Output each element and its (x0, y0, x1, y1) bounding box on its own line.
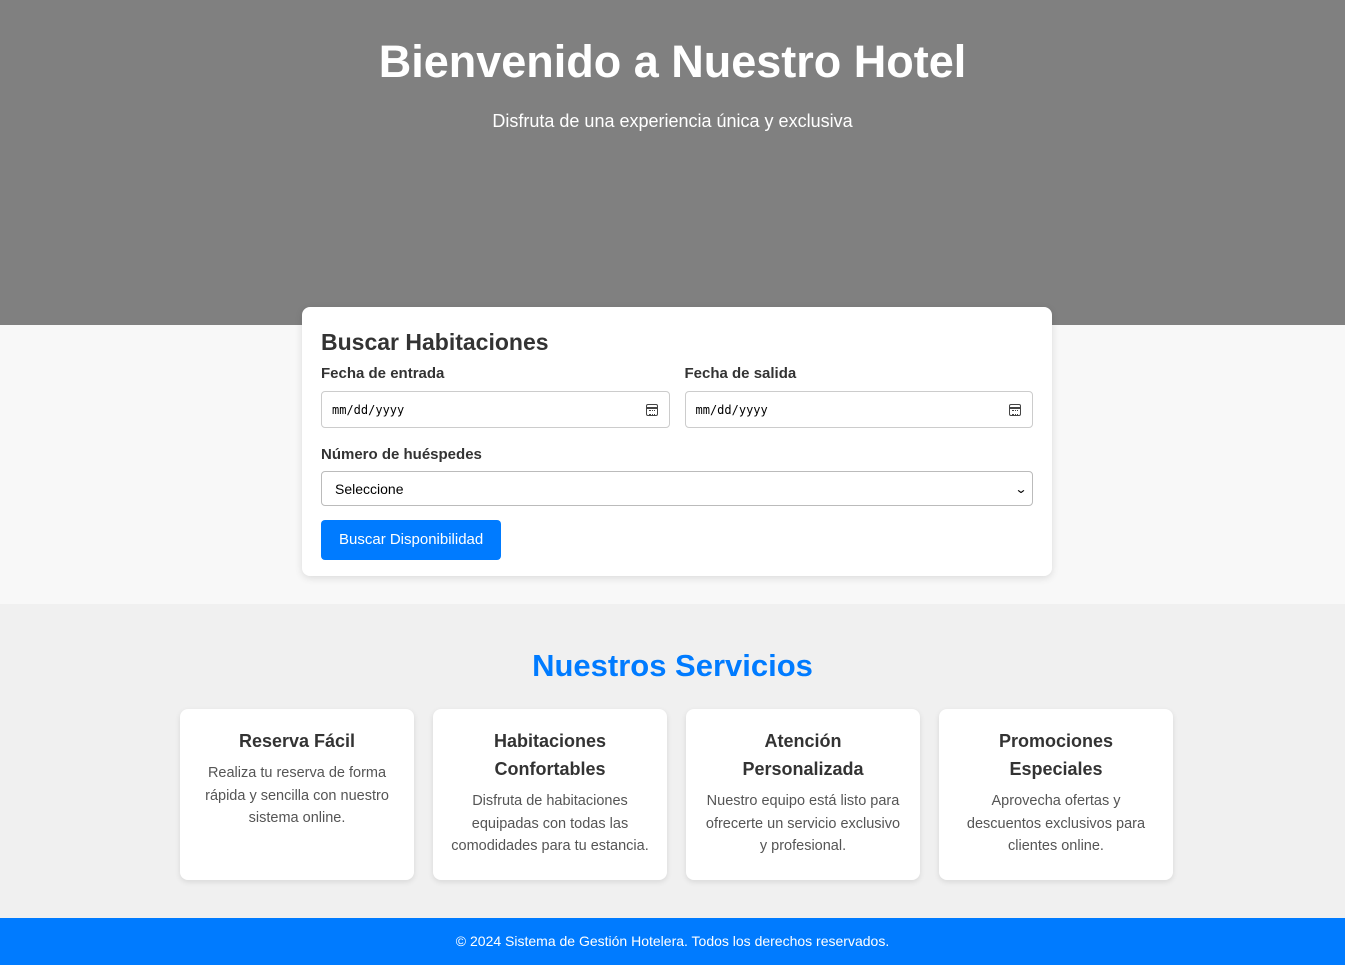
service-card-text: Disfruta de habitaciones equipadas con t… (451, 793, 649, 854)
checkin-field: Fecha de entrada mm/dd/yyyy (321, 365, 670, 428)
footer: © 2024 Sistema de Gestión Hotelera. Todo… (0, 918, 1345, 965)
calendar-icon[interactable] (1009, 404, 1021, 416)
service-cards: Reserva Fácil Realiza tu reserva de form… (180, 709, 1173, 880)
hero-banner: Bienvenido a Nuestro Hotel Disfruta de u… (0, 0, 1345, 325)
checkout-date-input[interactable]: mm/dd/yyyy (684, 391, 1033, 428)
guests-select[interactable]: Seleccione ⌄ (321, 471, 1033, 506)
chevron-down-icon: ⌄ (1014, 482, 1028, 496)
service-card: Promociones Especiales Aprovecha ofertas… (939, 709, 1173, 880)
checkin-date-input[interactable]: mm/dd/yyyy (321, 391, 670, 428)
guests-selected-value: Seleccione (335, 480, 404, 497)
checkout-field: Fecha de salida mm/dd/yyyy (684, 365, 1033, 428)
checkin-date-value: mm/dd/yyyy (332, 402, 405, 417)
search-availability-button[interactable]: Buscar Disponibilidad (321, 520, 502, 560)
search-title: Buscar Habitaciones (321, 329, 549, 355)
date-row: Fecha de entrada mm/dd/yyyy Fecha de sal… (321, 365, 1033, 428)
service-card-text: Realiza tu reserva de forma rápida y sen… (205, 765, 389, 826)
service-card-title: Promociones Especiales (998, 731, 1114, 779)
footer-text: © 2024 Sistema de Gestión Hotelera. Todo… (455, 933, 890, 949)
search-form: Buscar Habitaciones Fecha de entrada mm/… (302, 307, 1052, 576)
checkout-date-value: mm/dd/yyyy (695, 402, 768, 417)
service-card-title: Habitaciones Confortables (493, 731, 607, 779)
services-section: Nuestros Servicios Reserva Fácil Realiza… (0, 604, 1345, 918)
service-card-text: Nuestro equipo está listo para ofrecerte… (705, 793, 901, 854)
service-card: Reserva Fácil Realiza tu reserva de form… (180, 709, 414, 880)
guests-field: Número de huéspedes Seleccione ⌄ (321, 446, 1033, 506)
service-card-title: Atención Personalizada (742, 731, 864, 779)
service-card: Habitaciones Confortables Disfruta de ha… (433, 709, 667, 880)
service-card: Atención Personalizada Nuestro equipo es… (686, 709, 920, 880)
checkout-label: Fecha de salida (684, 365, 797, 382)
service-card-text: Aprovecha ofertas y descuentos exclusivo… (966, 793, 1146, 854)
service-card-title: Reserva Fácil (238, 731, 356, 751)
services-title: Nuestros Servicios (532, 648, 813, 683)
guests-label: Número de huéspedes (321, 446, 482, 463)
checkin-label: Fecha de entrada (321, 365, 445, 382)
hero-subtitle: Disfruta de una experiencia única y excl… (492, 111, 853, 131)
calendar-icon[interactable] (645, 404, 658, 416)
hero-title: Bienvenido a Nuestro Hotel (378, 36, 967, 87)
